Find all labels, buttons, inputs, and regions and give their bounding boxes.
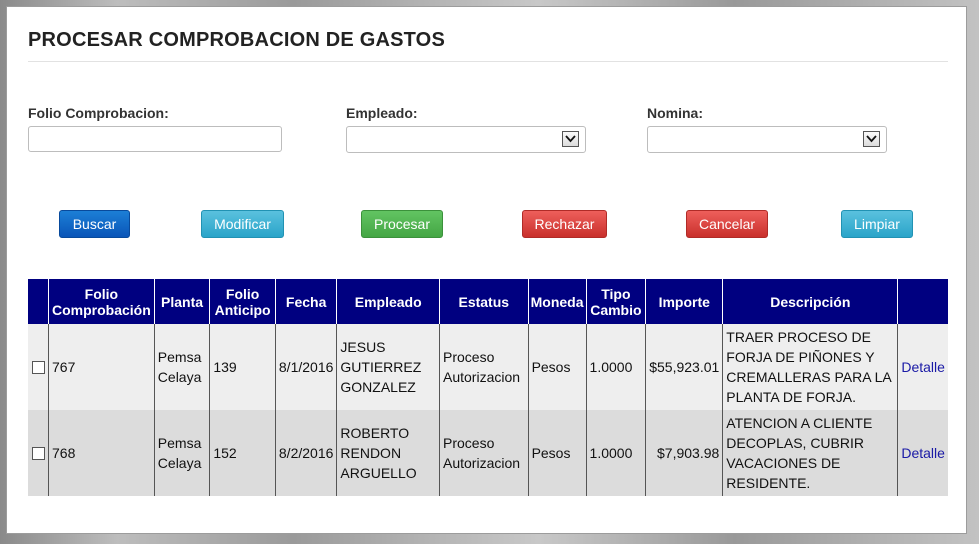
cell-fecha: 8/2/2016 <box>274 410 337 496</box>
cell-planta: Pemsa Celaya <box>153 324 210 410</box>
header-importe[interactable]: Importe <box>645 279 723 324</box>
header-moneda[interactable]: Moneda <box>527 279 587 324</box>
table-row: 768 Pemsa Celaya 152 8/2/2016 ROBERTO REND… <box>28 410 948 496</box>
main-panel: PROCESAR COMPROBACION DE GASTOS Folio Co… <box>6 6 967 534</box>
folio-label: Folio Comprobacion: <box>28 105 169 121</box>
cell-anticipo: 139 <box>209 324 276 410</box>
header-descripcion[interactable]: Descripción <box>722 279 898 324</box>
cell-folio: 767 <box>48 324 155 410</box>
cell-descripcion: ATENCION A CLIENTE DECOPLAS, CUBRIR VACACI… <box>722 410 898 496</box>
cell-anticipo: 152 <box>209 410 276 496</box>
title-divider <box>28 61 948 62</box>
empleado-label: Empleado: <box>346 105 418 121</box>
limpiar-button[interactable]: Limpiar <box>841 210 913 238</box>
table-header-row: Folio Comprobación Planta Folio Anticipo F… <box>28 279 948 324</box>
cell-fecha: 8/1/2016 <box>274 324 337 410</box>
nomina-select[interactable] <box>647 126 887 153</box>
row-checkbox[interactable] <box>32 361 45 374</box>
comprobaciones-table: Folio Comprobación Planta Folio Anticipo F… <box>28 279 948 496</box>
folio-comprobacion-input[interactable] <box>28 126 282 152</box>
modificar-button[interactable]: Modificar <box>201 210 284 238</box>
cell-moneda: Pesos <box>527 324 587 410</box>
cell-planta: Pemsa Celaya <box>153 410 210 496</box>
header-folio-anticipo[interactable]: Folio Anticipo <box>209 279 276 324</box>
cell-empleado: ROBERTO RENDON ARGUELLO <box>336 410 440 496</box>
rechazar-button[interactable]: Rechazar <box>522 210 607 238</box>
procesar-button[interactable]: Procesar <box>361 210 443 238</box>
cancelar-button[interactable]: Cancelar <box>686 210 768 238</box>
detalle-column-header <box>897 279 948 324</box>
header-estatus[interactable]: Estatus <box>439 279 529 324</box>
chevron-down-icon[interactable] <box>863 131 880 147</box>
cell-tipo-cambio: 1.0000 <box>585 410 646 496</box>
detalle-link[interactable]: Detalle <box>901 445 945 461</box>
header-tipo-cambio[interactable]: Tipo Cambio <box>585 279 646 324</box>
buscar-button[interactable]: Buscar <box>59 210 130 238</box>
cell-importe: $55,923.01 <box>645 324 723 410</box>
detalle-link[interactable]: Detalle <box>901 359 945 375</box>
header-folio-comprobacion[interactable]: Folio Comprobación <box>48 279 155 324</box>
cell-tipo-cambio: 1.0000 <box>585 324 646 410</box>
cell-moneda: Pesos <box>527 410 587 496</box>
header-fecha[interactable]: Fecha <box>274 279 337 324</box>
cell-descripcion: TRAER PROCESO DE FORJA DE PIÑONES Y CREMAL… <box>722 324 898 410</box>
table-row: 767 Pemsa Celaya 139 8/1/2016 JESUS GUTIER… <box>28 324 948 410</box>
cell-estatus: Proceso Autorizacion <box>439 324 529 410</box>
select-column-header <box>28 279 49 324</box>
cell-empleado: JESUS GUTIERREZ GONZALEZ <box>336 324 440 410</box>
header-empleado[interactable]: Empleado <box>336 279 440 324</box>
cell-importe: $7,903.98 <box>645 410 723 496</box>
header-planta[interactable]: Planta <box>153 279 210 324</box>
page-title: PROCESAR COMPROBACION DE GASTOS <box>28 29 445 51</box>
cell-folio: 768 <box>48 410 155 496</box>
chevron-down-icon[interactable] <box>562 131 579 147</box>
cell-estatus: Proceso Autorizacion <box>439 410 529 496</box>
nomina-label: Nomina: <box>647 105 703 121</box>
row-checkbox[interactable] <box>32 447 45 460</box>
empleado-select[interactable] <box>346 126 586 153</box>
